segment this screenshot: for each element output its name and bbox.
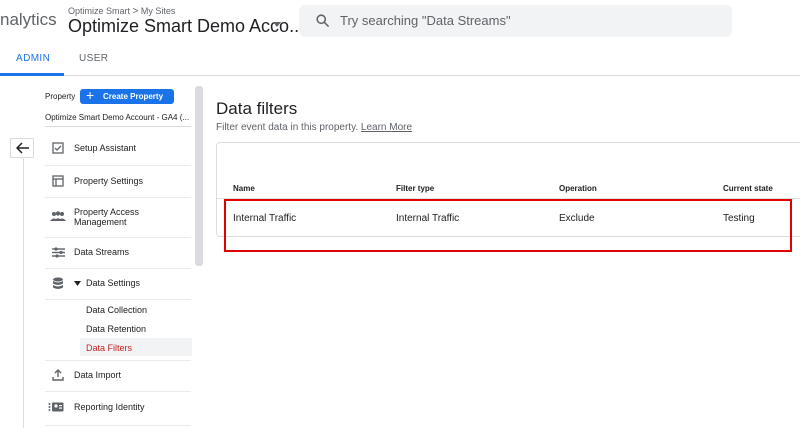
search-icon (316, 14, 329, 27)
sidebar-item-label: Setup Assistant (74, 143, 137, 153)
active-tab-indicator (0, 73, 64, 76)
plus-icon: + (86, 87, 95, 103)
page-title: Data filters (216, 99, 298, 118)
arrow-left-icon (16, 142, 29, 154)
sidebar-item-label: Property Settings (74, 176, 144, 186)
page-subtitle: Filter event data in this property. Lear… (216, 122, 412, 133)
divider (45, 126, 191, 127)
sidebar-item-label: Data Import (74, 370, 122, 380)
divider (45, 237, 191, 238)
admin-user-tabs: ADMIN USER (0, 43, 800, 76)
divider (45, 268, 191, 269)
breadcrumb-root[interactable]: Optimize Smart (68, 6, 130, 16)
checkbox-icon (52, 142, 64, 154)
tab-user[interactable]: USER (79, 53, 108, 64)
upload-icon (52, 369, 64, 381)
database-icon (53, 277, 63, 289)
divider (45, 425, 191, 426)
sidebar-item-data-settings[interactable]: Data Settings (45, 277, 192, 292)
sidebar-item-setup-assistant[interactable]: Setup Assistant (45, 142, 192, 157)
sidebar-item-property-settings[interactable]: Property Settings (45, 175, 192, 190)
product-name: nalytics (0, 10, 57, 29)
learn-more-link[interactable]: Learn More (361, 122, 412, 133)
create-property-label: Create Property (103, 92, 164, 101)
create-property-button[interactable]: + Create Property (80, 87, 174, 104)
sidebar-item-label: Data Settings (86, 278, 141, 288)
account-selector[interactable]: Optimize Smart Demo Acco... (68, 16, 304, 37)
column-divider (23, 158, 24, 428)
property-settings-icon (52, 175, 64, 187)
chevron-down-icon[interactable] (273, 22, 281, 27)
sidebar-item-label: Property Access Management (74, 207, 140, 227)
breadcrumb-current[interactable]: My Sites (141, 6, 176, 16)
property-selector[interactable]: Optimize Smart Demo Account - GA4 (... (45, 113, 189, 122)
sidebar-item-data-import[interactable]: Data Import (45, 369, 192, 384)
divider (45, 360, 191, 361)
sidebar-subitem-data-filters[interactable]: Data Filters (86, 343, 132, 353)
column-header-name[interactable]: Name (233, 184, 255, 193)
highlight-annotation-box (224, 199, 792, 252)
tab-admin[interactable]: ADMIN (16, 53, 50, 64)
sidebar-item-label: Data Streams (74, 247, 130, 257)
column-header-filter-type[interactable]: Filter type (396, 184, 434, 193)
sidebar-item-data-streams[interactable]: Data Streams (45, 247, 192, 261)
property-label: Property (45, 92, 76, 101)
divider (45, 299, 191, 300)
reporting-identity-icon (48, 402, 64, 412)
caret-down-icon (74, 281, 81, 286)
people-icon (50, 211, 66, 221)
column-header-operation[interactable]: Operation (559, 184, 597, 193)
divider (45, 391, 191, 392)
back-button[interactable] (10, 138, 34, 158)
sidebar-item-reporting-identity[interactable]: Reporting Identity (45, 402, 192, 416)
divider (45, 165, 191, 166)
top-bar: nalytics Optimize Smart > My Sites Optim… (0, 0, 800, 43)
search-placeholder: Try searching "Data Streams" (340, 13, 511, 28)
sidebar-scrollbar[interactable] (195, 86, 203, 266)
sidebar-item-label: Reporting Identity (74, 402, 145, 412)
sidebar-subitem-data-collection[interactable]: Data Collection (86, 305, 147, 315)
page-subtitle-text: Filter event data in this property. (216, 122, 359, 133)
sidebar-item-property-access-management[interactable]: Property Access Management (45, 207, 192, 231)
divider (45, 197, 191, 198)
column-header-current-state[interactable]: Current state (723, 184, 773, 193)
data-streams-icon (52, 247, 65, 258)
sidebar-subitem-data-retention[interactable]: Data Retention (86, 324, 146, 334)
search-bar[interactable]: Try searching "Data Streams" (299, 5, 732, 37)
